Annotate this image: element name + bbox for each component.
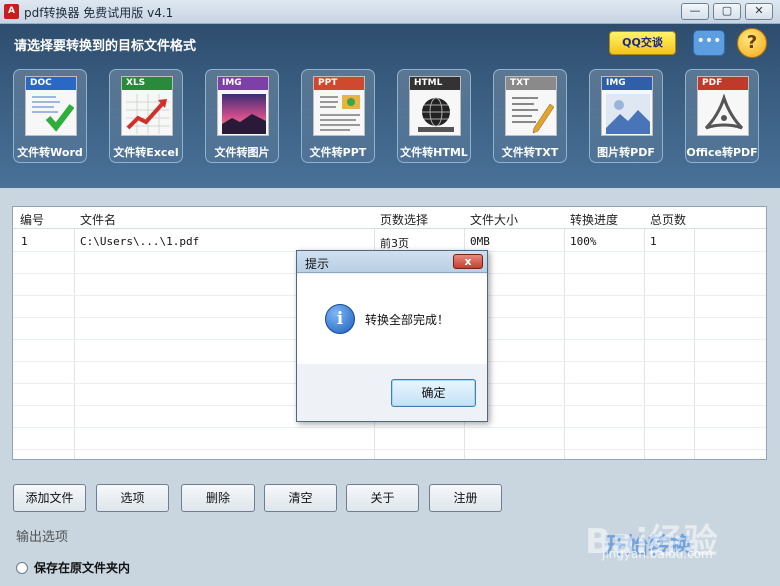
pdf-app-icon: A	[4, 4, 19, 19]
title-bar: A pdf转换器 免费试用版 v4.1 — ▢ ✕	[0, 0, 780, 24]
help-icon[interactable]: ?	[737, 28, 767, 58]
tool-to-ppt[interactable]: PPT 文件转PPT	[301, 69, 375, 163]
close-button[interactable]: ✕	[745, 3, 773, 20]
tool-image-to-pdf[interactable]: IMG 图片转PDF	[589, 69, 663, 163]
info-icon: i	[325, 304, 355, 334]
header-file-size[interactable]: 文件大小	[470, 211, 518, 228]
tool-label: 文件转HTML	[400, 146, 468, 159]
save-in-original-folder-label[interactable]: 保存在原文件夹内	[34, 559, 130, 576]
clear-button[interactable]: 清空	[264, 484, 337, 512]
output-options-label: 输出选项	[16, 530, 69, 545]
minimize-button[interactable]: —	[681, 3, 709, 20]
save-in-original-folder-radio[interactable]	[16, 562, 28, 574]
img-pdf-file-icon: IMG	[601, 76, 653, 136]
cell-total-pages: 1	[650, 235, 657, 248]
cell-progress: 100%	[570, 235, 597, 248]
cell-file-size: 0MB	[470, 235, 490, 248]
header-id[interactable]: 编号	[20, 211, 44, 228]
dialog-body: i 转换全部完成！	[297, 274, 487, 364]
cell-id: 1	[21, 235, 28, 248]
tool-to-word[interactable]: DOC 文件转Word	[13, 69, 87, 163]
tool-label: 文件转PPT	[309, 146, 367, 159]
add-file-button[interactable]: 添加文件	[13, 484, 86, 512]
window-title: pdf转换器 免费试用版 v4.1	[24, 6, 174, 20]
qq-chat-button[interactable]: QQ交谈	[609, 31, 676, 55]
html-file-icon: HTML	[409, 76, 461, 136]
pdf-file-icon: PDF	[697, 76, 749, 136]
tool-office-to-pdf[interactable]: PDF Office转PDF	[685, 69, 759, 163]
cell-page-select[interactable]: 前3页	[380, 235, 409, 251]
xls-file-icon: XLS	[121, 76, 173, 136]
dialog-title-bar[interactable]: 提示 x	[297, 251, 487, 273]
tool-label: 文件转TXT	[501, 146, 559, 159]
tool-to-excel[interactable]: XLS 文件转Excel	[109, 69, 183, 163]
speech-bubble-icon[interactable]: •••	[693, 30, 725, 56]
ok-button[interactable]: 确定	[391, 379, 476, 407]
completion-dialog: 提示 x i 转换全部完成！ 确定	[296, 250, 488, 422]
tool-label: 文件转图片	[214, 146, 270, 159]
about-button[interactable]: 关于	[346, 484, 419, 512]
header-progress[interactable]: 转换进度	[570, 211, 618, 228]
register-button[interactable]: 注册	[429, 484, 502, 512]
watermark-url: jingyan.baidu.com	[602, 547, 713, 561]
ppt-file-icon: PPT	[313, 76, 365, 136]
options-button[interactable]: 选项	[96, 484, 169, 512]
header-page-select[interactable]: 页数选择	[380, 211, 428, 228]
tool-to-txt[interactable]: TXT 文件转TXT	[493, 69, 567, 163]
tool-label: Office转PDF	[686, 146, 758, 159]
img-file-icon: IMG	[217, 76, 269, 136]
dialog-title: 提示	[305, 257, 330, 271]
dialog-close-button[interactable]: x	[453, 254, 483, 269]
maximize-button[interactable]: ▢	[713, 3, 741, 20]
tool-to-image[interactable]: IMG 文件转图片	[205, 69, 279, 163]
tool-label: 文件转Excel	[113, 146, 179, 159]
txt-file-icon: TXT	[505, 76, 557, 136]
format-selection-header: 请选择要转换到的目标文件格式 QQ交谈 ••• ? DOC 文件转Word XL…	[0, 24, 780, 188]
dialog-message: 转换全部完成！	[365, 313, 450, 327]
doc-file-icon: DOC	[25, 76, 77, 136]
tool-label: 图片转PDF	[597, 146, 655, 159]
cell-filename: C:\Users\...\1.pdf	[80, 235, 200, 248]
delete-button[interactable]: 删除	[181, 484, 255, 512]
header-total-pages[interactable]: 总页数	[650, 211, 686, 228]
header-label: 请选择要转换到的目标文件格式	[14, 39, 197, 54]
tool-label: 文件转Word	[17, 146, 83, 159]
tool-to-html[interactable]: HTML 文件转HTML	[397, 69, 471, 163]
header-filename[interactable]: 文件名	[80, 211, 116, 228]
